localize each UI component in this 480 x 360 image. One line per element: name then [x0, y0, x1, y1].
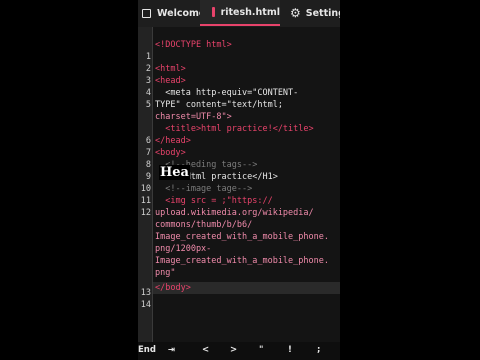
key-greater-than[interactable]: > — [230, 345, 237, 355]
tab-settings[interactable]: ⚙ Settings — [290, 0, 340, 26]
code-line: charset=UTF-8"> — [155, 112, 232, 122]
line-number: 11 — [140, 196, 151, 206]
code-line: <head> — [155, 76, 186, 86]
code-line: png/1200px- — [155, 244, 212, 254]
code-editor-app: Welcome ritesh.html ⚙ Settings 1 2 3 4 5… — [138, 0, 340, 360]
tab-ritesh-html[interactable]: ritesh.html — [200, 0, 280, 26]
code-line: commons/thumb/b/b6/ — [155, 220, 253, 230]
key-quote[interactable]: " — [259, 345, 263, 355]
overlay-caption: Hea — [159, 165, 190, 180]
line-number: 7 — [145, 148, 151, 158]
key-tab[interactable]: ⇥ — [168, 345, 175, 355]
tab-welcome-label: Welcome — [157, 7, 206, 19]
code-line: <meta http-equiv="CONTENT- — [155, 88, 299, 98]
key-semicolon[interactable]: ; — [317, 345, 320, 355]
code-line: <!DOCTYPE html> — [155, 40, 232, 50]
line-number: 6 — [145, 136, 151, 146]
key-exclamation[interactable]: ! — [288, 345, 292, 355]
line-number: 12 — [140, 208, 151, 218]
line-number: 3 — [145, 76, 151, 86]
tab-ritesh-html-label: ritesh.html — [220, 6, 280, 18]
line-number: 10 — [140, 184, 151, 194]
code-line: Image_created_with_a_mobile_phone. — [155, 256, 329, 266]
code-line: <img src = ;"https:// — [155, 196, 273, 206]
line-number: 5 — [145, 100, 151, 110]
editor-area[interactable]: 1 2 3 4 5 6 7 8 9 10 11 12 13 14 <!DOCTY… — [138, 27, 340, 342]
line-number: 8 — [145, 160, 151, 170]
code-line: <title>html practice!</title> — [155, 124, 314, 134]
html-file-icon — [212, 7, 215, 17]
code-line: <html> — [155, 64, 186, 74]
code-line: </body> — [155, 283, 191, 293]
tab-settings-label: Settings — [305, 7, 340, 19]
line-number: 1 — [145, 52, 151, 62]
code-line: png" — [155, 268, 176, 278]
extra-keys-bar: End ⇥ < > " ! ; — [138, 342, 340, 360]
tab-bar: Welcome ritesh.html ⚙ Settings — [138, 0, 340, 28]
line-number-gutter: 1 2 3 4 5 6 7 8 9 10 11 12 13 14 — [138, 27, 152, 342]
line-number: 4 — [145, 88, 151, 98]
gutter-divider — [152, 27, 153, 342]
tab-welcome[interactable]: Welcome — [138, 0, 205, 26]
line-number: 14 — [140, 300, 151, 310]
code-line: TYPE" content="text/html; — [155, 100, 283, 110]
code-line: <body> — [155, 148, 186, 158]
key-end[interactable]: End — [138, 345, 156, 355]
line-number: 2 — [145, 64, 151, 74]
key-less-than[interactable]: < — [202, 345, 209, 355]
gear-icon: ⚙ — [290, 6, 301, 20]
code-line: Image_created_with_a_mobile_phone. — [155, 232, 329, 242]
code-line: upload.wikimedia.org/wikipedia/ — [155, 208, 314, 218]
file-icon — [142, 8, 151, 18]
code-text[interactable]: <!DOCTYPE html> <html> <head> <meta http… — [155, 27, 340, 342]
line-number: 13 — [140, 288, 151, 298]
code-line: <!--image tage--> — [155, 184, 253, 194]
line-number: 9 — [145, 172, 151, 182]
code-line: </head> — [155, 136, 191, 146]
